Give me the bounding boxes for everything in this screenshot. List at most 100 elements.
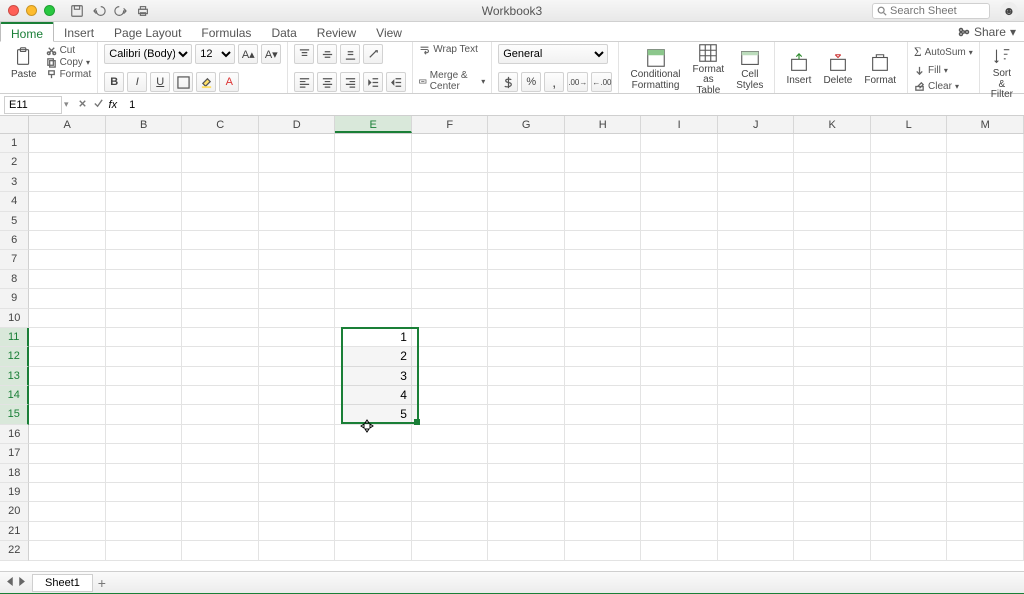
number-format-select[interactable]: General [498,44,608,64]
column-header[interactable]: B [106,116,183,133]
cell[interactable] [871,386,948,405]
cell[interactable] [182,134,259,153]
increase-indent-button[interactable] [386,72,406,92]
ribbon-tab-home[interactable]: Home [0,22,54,42]
cell[interactable] [412,444,489,463]
decrease-indent-button[interactable] [363,72,383,92]
column-header[interactable]: H [565,116,642,133]
redo-icon[interactable] [113,3,129,19]
cell[interactable] [106,386,183,405]
cell[interactable] [412,464,489,483]
cell[interactable] [259,386,336,405]
cell[interactable] [259,328,336,347]
cell[interactable] [412,367,489,386]
cell[interactable] [947,347,1024,366]
cell[interactable] [29,522,106,541]
cell[interactable] [718,192,795,211]
conditional-formatting-button[interactable]: Conditional Formatting [625,45,685,91]
cell[interactable] [565,134,642,153]
cell[interactable] [335,425,412,444]
cell[interactable] [565,405,642,424]
cell[interactable] [259,250,336,269]
cut-button[interactable]: Cut [46,45,92,56]
cell[interactable] [565,212,642,231]
cell[interactable] [718,425,795,444]
row-header[interactable]: 1 [0,134,29,153]
cell[interactable] [106,289,183,308]
cell[interactable] [106,173,183,192]
cell[interactable] [182,425,259,444]
cell[interactable] [412,502,489,521]
column-header[interactable]: M [947,116,1024,133]
print-icon[interactable] [135,3,151,19]
cell[interactable] [641,464,718,483]
cell[interactable] [29,425,106,444]
cell[interactable] [641,192,718,211]
cell[interactable] [565,250,642,269]
select-all-corner[interactable] [0,116,29,133]
sheet-nav-prev[interactable] [6,577,15,589]
cell[interactable] [488,212,565,231]
cell[interactable] [106,483,183,502]
cell[interactable] [718,153,795,172]
cell[interactable] [335,289,412,308]
cell[interactable] [565,522,642,541]
cell[interactable] [412,522,489,541]
cell[interactable] [488,153,565,172]
cell[interactable] [871,444,948,463]
row-header[interactable]: 13 [0,367,29,386]
cell[interactable] [412,289,489,308]
cell[interactable] [718,270,795,289]
cell[interactable] [947,541,1024,560]
cell[interactable] [29,502,106,521]
orientation-button[interactable] [363,44,383,64]
cell[interactable] [412,405,489,424]
cell[interactable] [488,522,565,541]
cell[interactable] [565,309,642,328]
cell-styles-button[interactable]: Cell Styles [731,45,768,91]
cell[interactable] [794,502,871,521]
cell[interactable] [106,464,183,483]
row-header[interactable]: 22 [0,541,29,560]
cell[interactable] [488,541,565,560]
add-sheet-button[interactable]: + [93,574,111,592]
cell[interactable] [871,173,948,192]
cell[interactable] [794,367,871,386]
cell[interactable] [871,134,948,153]
cell[interactable] [947,134,1024,153]
cell[interactable] [335,231,412,250]
font-color-button[interactable]: A [219,72,239,92]
cell[interactable] [182,270,259,289]
cell[interactable] [259,192,336,211]
cell[interactable] [335,173,412,192]
cell[interactable] [29,541,106,560]
cell[interactable] [106,153,183,172]
cell[interactable] [412,270,489,289]
cell[interactable] [718,502,795,521]
cell[interactable] [106,134,183,153]
cell[interactable]: 2 [335,347,412,366]
cell[interactable] [412,541,489,560]
cell[interactable] [947,386,1024,405]
cell[interactable] [565,192,642,211]
cell[interactable] [182,328,259,347]
cell[interactable] [871,541,948,560]
cell[interactable] [641,502,718,521]
cell[interactable] [106,250,183,269]
cell[interactable] [29,367,106,386]
row-header[interactable]: 3 [0,173,29,192]
cell[interactable] [794,309,871,328]
cell[interactable]: 5 [335,405,412,424]
cell[interactable] [641,386,718,405]
row-header[interactable]: 9 [0,289,29,308]
column-header[interactable]: K [794,116,871,133]
sheet-tab-active[interactable]: Sheet1 [32,574,93,592]
cell[interactable] [335,522,412,541]
share-button[interactable]: Share▾ [958,22,1016,41]
cell[interactable] [488,347,565,366]
cell[interactable] [794,289,871,308]
cell[interactable] [106,231,183,250]
cell[interactable] [182,153,259,172]
format-as-table-button[interactable]: Format as Table [688,40,730,97]
cell[interactable] [794,173,871,192]
